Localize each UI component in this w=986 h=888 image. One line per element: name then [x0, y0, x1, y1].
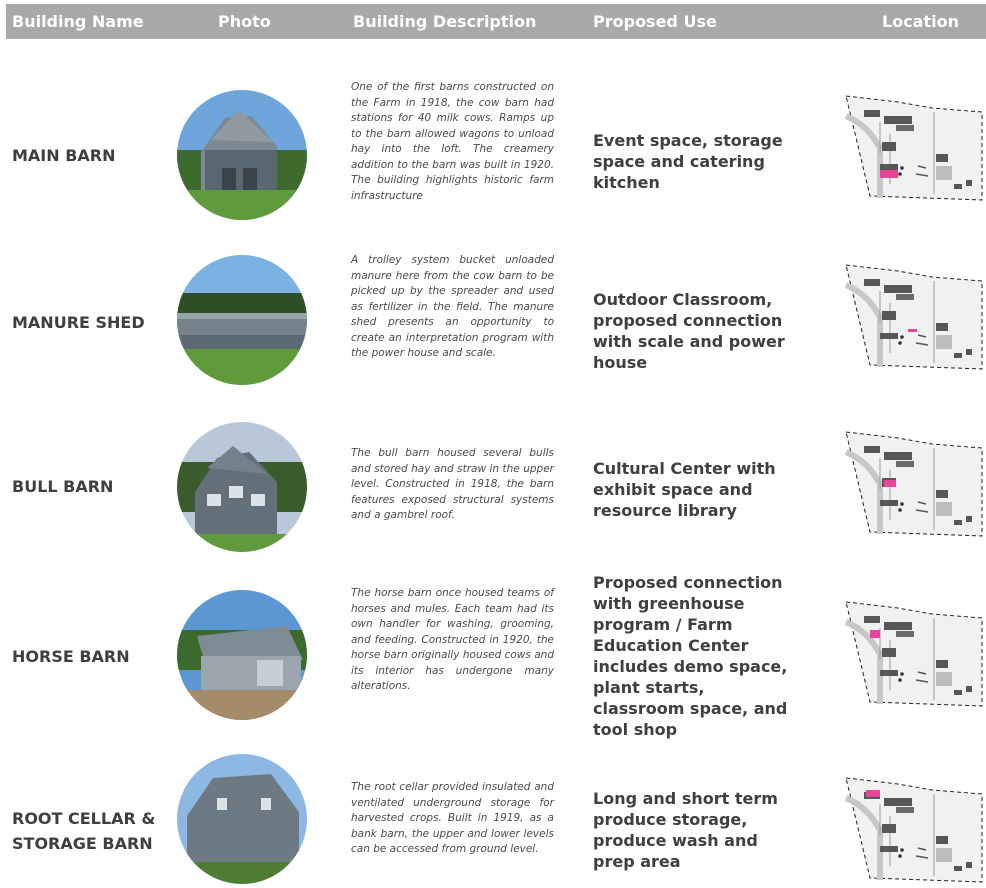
header-photo: Photo	[218, 12, 271, 31]
root-cellar-photo	[177, 754, 307, 884]
bull-barn-photo	[177, 422, 307, 552]
header-building-name: Building Name	[12, 12, 144, 31]
manure-shed-photo	[177, 255, 307, 385]
building-description: The bull barn housed several bulls and s…	[351, 447, 554, 521]
proposed-use: Cultural Center with exhibit space and r…	[593, 459, 776, 520]
highlight-marker	[880, 170, 898, 178]
building-name: MAIN BARN	[12, 146, 116, 165]
proposed-use: Long and short term produce storage, pro…	[593, 789, 778, 871]
building-description: The horse barn once housed teams of hors…	[351, 587, 554, 692]
highlight-marker	[884, 480, 896, 487]
highlight-marker	[870, 630, 880, 638]
building-description: One of the first barns constructed on th…	[351, 81, 554, 202]
building-name: MANURE SHED	[12, 313, 145, 332]
header-proposed-use: Proposed Use	[593, 12, 717, 31]
table-header: Building Name Photo Building Description…	[6, 4, 986, 39]
proposed-use: Outdoor Classroom, proposed connection w…	[593, 290, 785, 372]
site-location-map	[836, 94, 984, 202]
site-location-map	[836, 263, 984, 371]
site-location-map	[836, 600, 984, 708]
horse-barn-photo	[177, 590, 307, 720]
header-location: Location	[882, 12, 959, 31]
proposed-use: Proposed connection with greenhouse prog…	[593, 573, 788, 739]
proposed-use: Event space, storage space and catering …	[593, 131, 783, 192]
building-name: BULL BARN	[12, 477, 114, 496]
highlight-marker	[866, 790, 880, 797]
building-description: A trolley system bucket unloaded manure …	[351, 254, 554, 359]
building-description: The root cellar provided insulated and v…	[351, 781, 554, 855]
site-location-map	[836, 430, 984, 538]
main-barn-photo	[177, 90, 307, 220]
highlight-marker	[908, 329, 917, 332]
site-location-map	[836, 776, 984, 884]
building-name: HORSE BARN	[12, 647, 130, 666]
header-building-description: Building Description	[353, 12, 537, 31]
building-name: ROOT CELLAR & STORAGE BARN	[12, 809, 156, 853]
